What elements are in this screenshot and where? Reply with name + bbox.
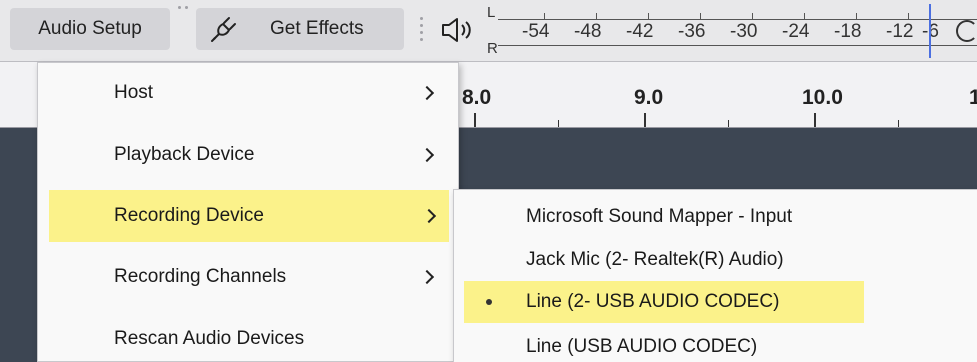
menu-item-rescan-audio-devices[interactable]: Rescan Audio Devices (38, 313, 458, 362)
chevron-right-icon (419, 147, 435, 163)
ruler-tick (644, 113, 646, 127)
playback-meter[interactable]: -54 -48 -42 -36 -30 -24 -18 -12 -6 (498, 4, 977, 58)
meter-tickmark (648, 13, 649, 19)
chevron-right-icon (419, 269, 435, 285)
ruler-label: 10.0 (802, 86, 843, 109)
menu-item-recording-channels[interactable]: Recording Channels (38, 251, 458, 303)
menu-item-recording-device[interactable]: Recording Device (49, 190, 449, 242)
chevron-right-icon (419, 85, 435, 101)
meter-bottom-line (498, 45, 977, 46)
get-effects-label: Get Effects (270, 18, 364, 39)
speaker-icon[interactable] (440, 14, 482, 46)
submenu-item-label: Line (USB AUDIO CODEC) (526, 336, 758, 357)
meter-tickmark (752, 13, 753, 19)
menu-item-label: Playback Device (114, 144, 255, 165)
ruler-tick (898, 120, 899, 127)
meter-tick: -12 (886, 21, 914, 42)
menu-item-label: Recording Channels (114, 266, 287, 287)
ruler-tick (728, 120, 729, 127)
meter-tickmark (908, 13, 909, 19)
ruler-tick (558, 120, 559, 127)
menu-item-label: Recording Device (114, 205, 264, 226)
meter-left-label: L (487, 4, 496, 21)
meter-tick: -42 (626, 21, 654, 42)
submenu-item-label: Line (2- USB AUDIO CODEC) (526, 291, 780, 312)
meter-tickmark (596, 13, 597, 19)
meter-grip-handle[interactable] (420, 17, 426, 41)
ruler-tick (474, 113, 476, 127)
meter-knob-icon[interactable] (956, 20, 977, 42)
meter-tickmark (856, 13, 857, 19)
toolbar-grip-handle[interactable] (178, 6, 188, 12)
audio-setup-button[interactable]: Audio Setup (10, 8, 170, 50)
meter-tick: -30 (730, 21, 758, 42)
meter-tickmark (700, 13, 701, 19)
menu-item-label: Host (114, 82, 154, 103)
meter-tickmark (804, 13, 805, 19)
meter-tick: -48 (574, 21, 602, 42)
recording-device-submenu: Microsoft Sound Mapper - Input Jack Mic … (453, 189, 977, 362)
meter-right-label: R (487, 40, 498, 57)
meter-top-line (498, 19, 977, 20)
meter-level-cursor (929, 4, 931, 58)
submenu-item-label: Microsoft Sound Mapper - Input (526, 206, 793, 227)
toolbar: Audio Setup Get Effects L R -54 -48 -42 … (0, 0, 977, 62)
plug-icon (211, 17, 236, 42)
audio-setup-menu: Host Playback Device Recording Device Re… (37, 62, 459, 362)
meter-tick: -24 (782, 21, 810, 42)
chevron-right-icon (421, 208, 437, 224)
selected-bullet-icon (486, 299, 492, 305)
meter-tickmark (544, 13, 545, 19)
meter-tick: -54 (522, 21, 550, 42)
get-effects-button[interactable]: Get Effects (196, 8, 404, 50)
meter-tick: -18 (834, 21, 862, 42)
audio-setup-label: Audio Setup (38, 18, 142, 39)
ruler-tick (814, 113, 816, 127)
ruler-label: 8.0 (462, 86, 492, 109)
submenu-item-jack-mic[interactable]: Jack Mic (2- Realtek(R) Audio) (454, 239, 977, 281)
ruler-label: 9.0 (634, 86, 664, 109)
submenu-item-line-2-usb-audio-codec[interactable]: Line (2- USB AUDIO CODEC) (464, 281, 864, 323)
submenu-item-label: Jack Mic (2- Realtek(R) Audio) (526, 249, 784, 270)
ruler-label: 1 (969, 86, 977, 109)
menu-item-playback-device[interactable]: Playback Device (38, 129, 458, 181)
menu-item-host[interactable]: Host (38, 67, 458, 119)
submenu-item-microsoft-sound-mapper[interactable]: Microsoft Sound Mapper - Input (454, 196, 977, 238)
menu-item-label: Rescan Audio Devices (114, 328, 305, 349)
submenu-item-line-usb-audio-codec[interactable]: Line (USB AUDIO CODEC) (454, 326, 977, 362)
meter-tick: -36 (678, 21, 706, 42)
